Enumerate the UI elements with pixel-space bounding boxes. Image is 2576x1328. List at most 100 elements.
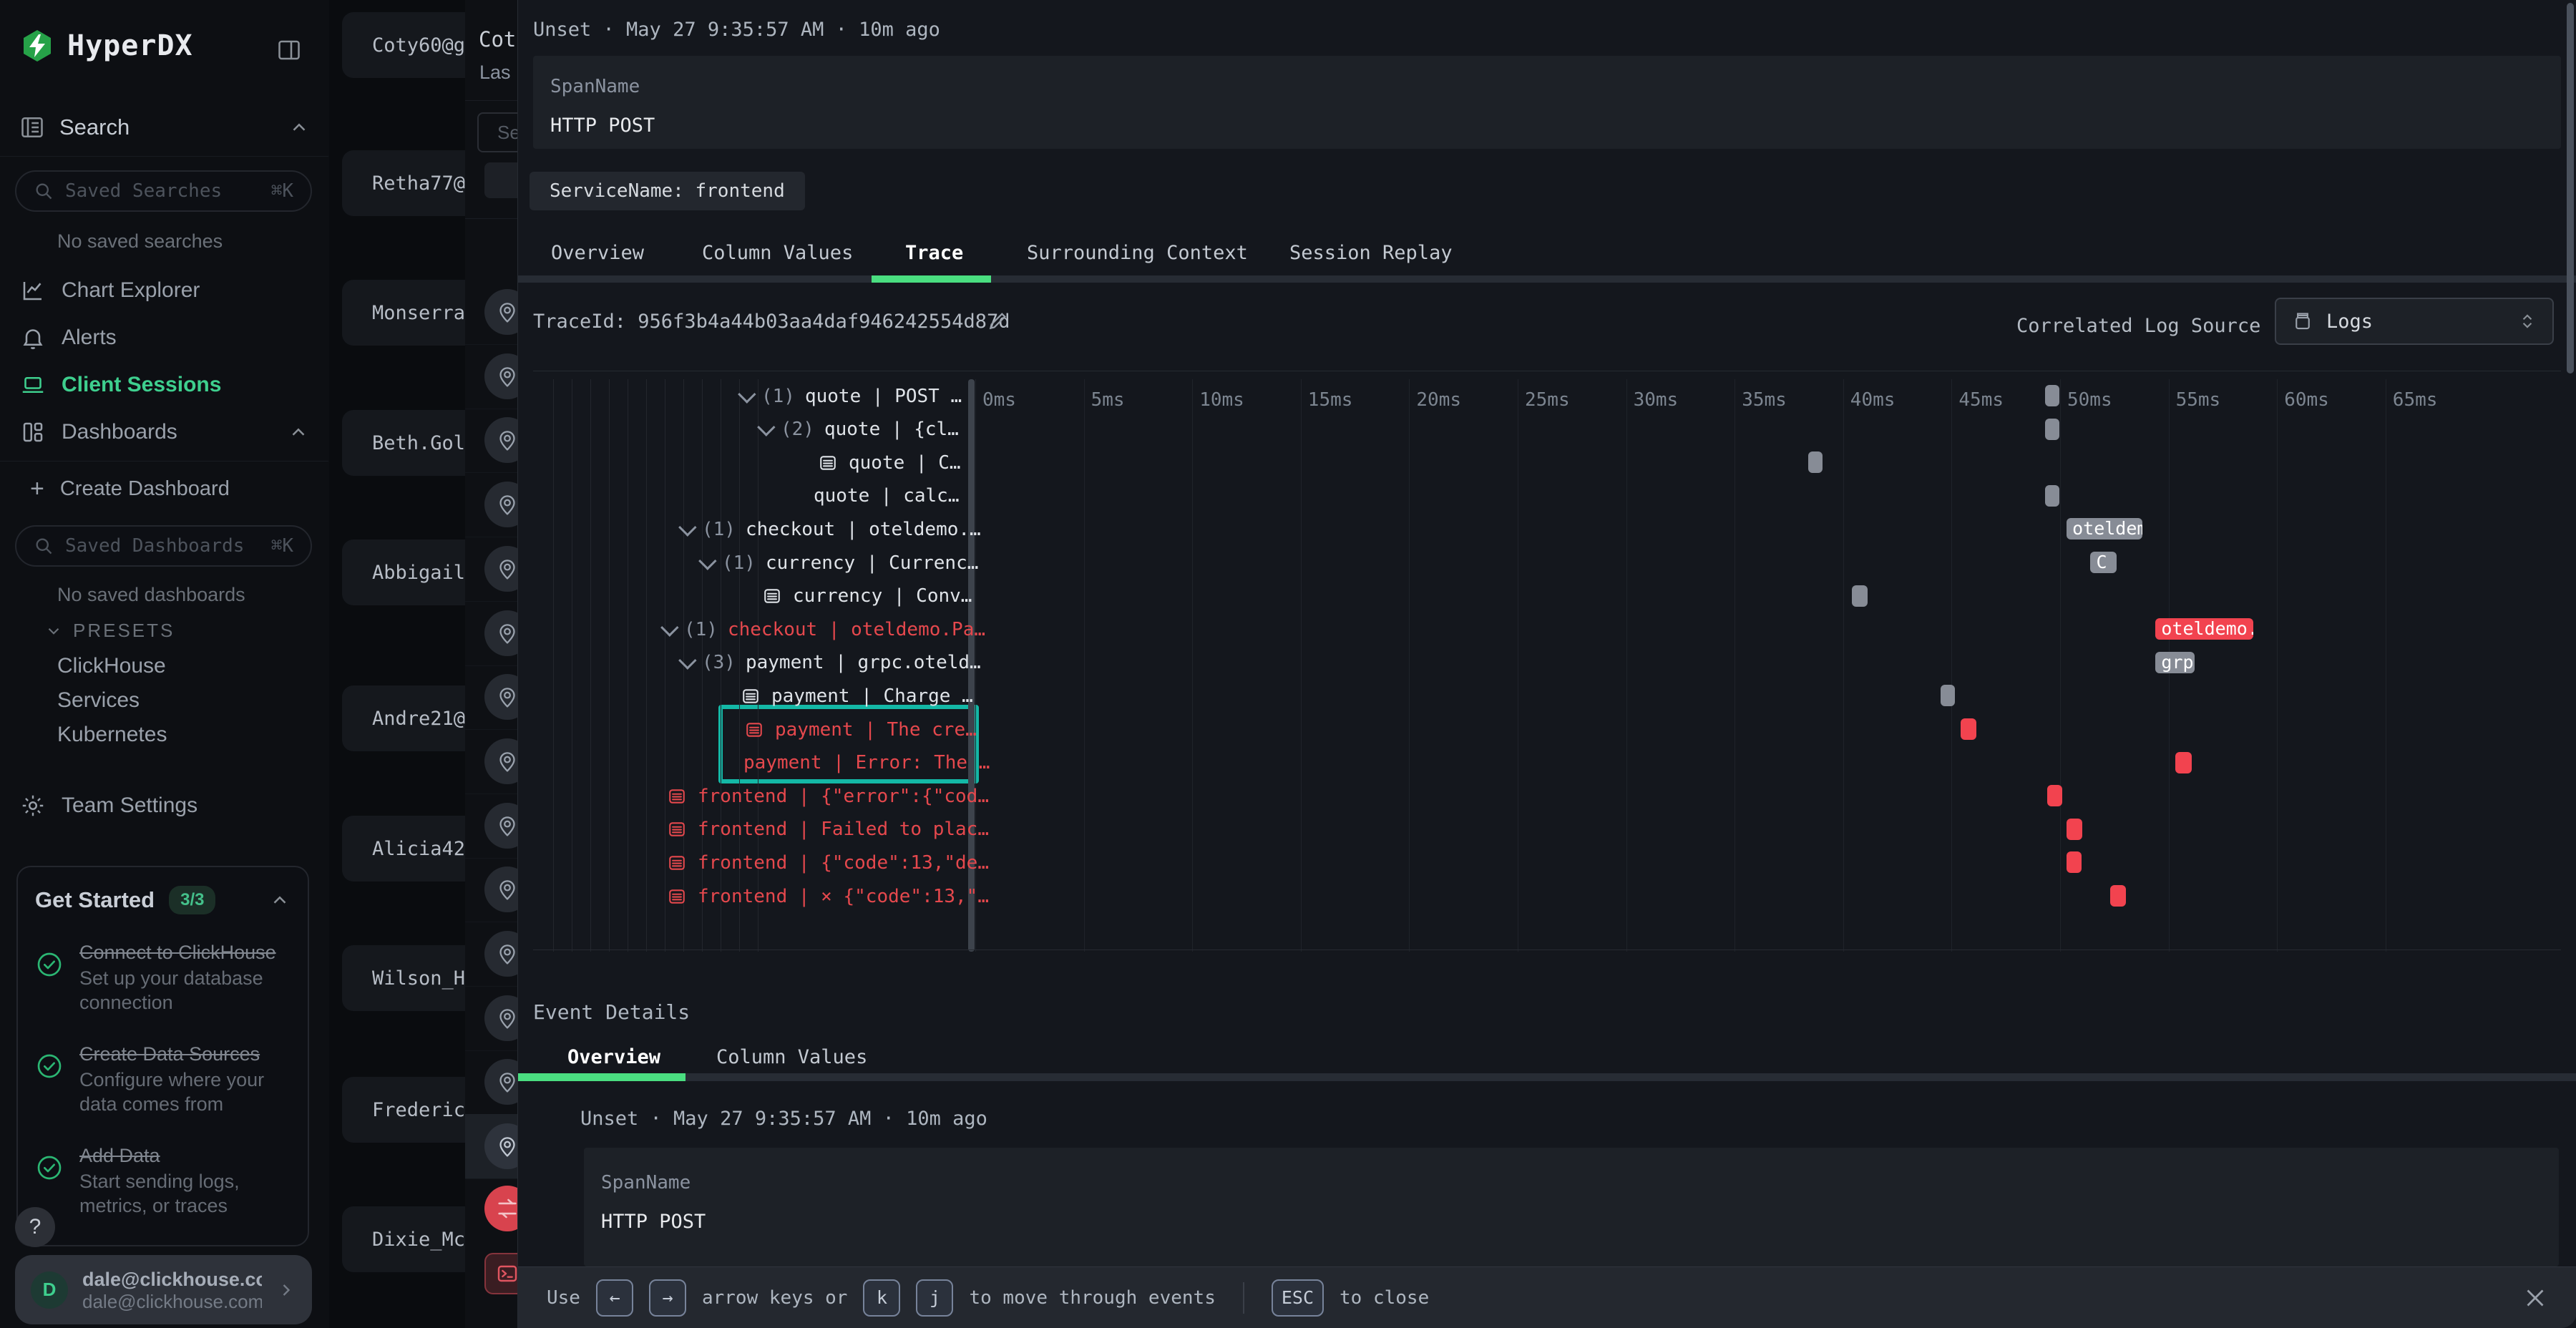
session-filter-button[interactable] bbox=[484, 162, 517, 198]
span-tree-row[interactable]: payment | Error: The … bbox=[743, 746, 990, 780]
logo[interactable]: HyperDX bbox=[20, 29, 193, 63]
session-event-pin-row[interactable] bbox=[465, 794, 517, 859]
span-tree-row[interactable]: (3)payment | grpc.oteld… bbox=[679, 646, 981, 680]
span-tree-row[interactable]: (2)quote | {cl… bbox=[758, 413, 959, 446]
span-duration-bar[interactable] bbox=[2175, 752, 2192, 773]
session-event-pin-row[interactable] bbox=[465, 1050, 517, 1115]
span-tree-row[interactable]: (1)quote | POST … bbox=[738, 379, 962, 413]
close-icon[interactable] bbox=[2522, 1285, 2548, 1311]
span-duration-bar[interactable] bbox=[2067, 819, 2082, 840]
span-tree-row[interactable]: frontend | × {"code":13,"d… bbox=[666, 879, 998, 913]
log-source-select[interactable]: Logs bbox=[2275, 298, 2554, 345]
span-duration-bar[interactable] bbox=[2067, 851, 2082, 873]
span-tree-row[interactable]: (1)checkout | oteldemo.Pa… bbox=[661, 612, 985, 646]
sidebar-item-client-sessions[interactable]: Client Sessions bbox=[20, 372, 221, 398]
span-tree-row[interactable]: quote | C… bbox=[817, 446, 961, 479]
chevron-up-icon[interactable] bbox=[288, 421, 309, 443]
sidebar-section-search[interactable]: Search bbox=[19, 114, 310, 140]
chevron-down-icon[interactable] bbox=[678, 518, 696, 536]
tab-overview[interactable]: Overview bbox=[551, 242, 644, 264]
session-card[interactable]: Beth.Gol bbox=[342, 410, 465, 476]
user-menu[interactable]: D dale@clickhouse.com dale@clickhouse.co… bbox=[15, 1255, 312, 1324]
chevron-up-icon[interactable] bbox=[288, 117, 310, 138]
preset-services[interactable]: Services bbox=[57, 688, 140, 713]
session-event-pin-row[interactable] bbox=[465, 729, 517, 794]
saved-searches-input[interactable]: Saved Searches ⌘K bbox=[15, 170, 312, 212]
sidebar-item-chart-explorer[interactable]: Chart Explorer bbox=[20, 278, 200, 303]
span-duration-bar[interactable] bbox=[1941, 685, 1955, 706]
console-error-icon[interactable] bbox=[484, 1253, 517, 1294]
session-event-pin-row[interactable] bbox=[465, 665, 517, 730]
span-tree-row[interactable]: frontend | {"code":13,"det… bbox=[666, 846, 998, 879]
chevron-down-icon[interactable] bbox=[678, 652, 696, 670]
chevron-down-icon[interactable] bbox=[660, 618, 678, 636]
session-event-pin-row[interactable] bbox=[465, 1114, 517, 1179]
service-name-chip[interactable]: ServiceName: frontend bbox=[530, 172, 805, 210]
session-event-pin-row[interactable] bbox=[465, 601, 517, 666]
session-card[interactable]: Frederic bbox=[342, 1077, 465, 1143]
collapse-sidebar-icon[interactable] bbox=[276, 37, 302, 63]
session-event-pin-row[interactable] bbox=[465, 857, 517, 922]
span-duration-bar[interactable] bbox=[2045, 485, 2059, 507]
session-card[interactable]: Retha77@ bbox=[342, 150, 465, 216]
tab-column-values[interactable]: Column Values bbox=[702, 242, 853, 264]
span-duration-bar[interactable]: grp bbox=[2155, 652, 2195, 673]
presets-toggle[interactable]: PRESETS bbox=[44, 620, 175, 642]
span-duration-bar[interactable] bbox=[2045, 419, 2059, 440]
session-card[interactable]: Coty60@g bbox=[342, 12, 465, 78]
session-event-pin-row[interactable] bbox=[465, 537, 517, 602]
span-tree-row[interactable]: currency | Conv… bbox=[761, 580, 972, 613]
chevron-down-icon[interactable] bbox=[757, 419, 775, 436]
span-duration-bar[interactable] bbox=[2047, 785, 2062, 806]
tab-session-replay[interactable]: Session Replay bbox=[1289, 242, 1453, 264]
drawer-scrollbar[interactable] bbox=[2567, 3, 2574, 374]
span-tree-row[interactable]: frontend | {"error":{"code… bbox=[666, 779, 998, 813]
span-tree-row[interactable]: quote | calc… bbox=[814, 479, 960, 513]
session-event-pin-row[interactable] bbox=[465, 986, 517, 1051]
help-button[interactable]: ? bbox=[15, 1207, 55, 1247]
saved-dashboards-input[interactable]: Saved Dashboards ⌘K bbox=[15, 525, 312, 567]
chevron-down-icon[interactable] bbox=[738, 385, 756, 403]
span-duration-bar[interactable] bbox=[2110, 885, 2126, 907]
span-duration-bar[interactable] bbox=[1808, 451, 1823, 473]
create-dashboard-button[interactable]: + Create Dashboard bbox=[30, 475, 230, 503]
chevron-up-icon[interactable] bbox=[269, 889, 291, 911]
network-error-icon[interactable] bbox=[484, 1186, 517, 1231]
span-duration-bar[interactable] bbox=[2045, 385, 2059, 406]
tab-surrounding-context[interactable]: Surrounding Context bbox=[1027, 242, 1248, 264]
sidebar-item-team-settings[interactable]: Team Settings bbox=[20, 793, 197, 819]
session-card[interactable]: Wilson_H bbox=[342, 945, 465, 1011]
session-card[interactable]: Andre21@ bbox=[342, 685, 465, 751]
get-started-item[interactable]: Connect to ClickHouse Set up your databa… bbox=[35, 939, 291, 1015]
session-event-pin-row[interactable] bbox=[465, 280, 517, 345]
session-event-pin-row[interactable] bbox=[465, 922, 517, 987]
sidebar-item-dashboards[interactable]: Dashboards bbox=[20, 419, 309, 445]
session-event-pin-row[interactable] bbox=[465, 344, 517, 409]
session-card[interactable]: Abbigail bbox=[342, 540, 465, 605]
session-search-input[interactable]: Sea bbox=[477, 112, 517, 152]
event-details-tab-overview[interactable]: Overview bbox=[567, 1046, 660, 1068]
preset-kubernetes[interactable]: Kubernetes bbox=[57, 723, 167, 747]
span-tree-row[interactable]: (1)checkout | oteldemo.… bbox=[679, 512, 981, 546]
get-started-item[interactable]: Create Data Sources Configure where your… bbox=[35, 1040, 291, 1116]
span-tree-row[interactable]: payment | Charge … bbox=[740, 679, 973, 713]
span-duration-bar[interactable]: oteldemo. bbox=[2067, 518, 2142, 540]
edit-icon[interactable] bbox=[987, 309, 1010, 332]
span-duration-bar[interactable] bbox=[1961, 718, 1976, 740]
session-event-pin-row[interactable] bbox=[465, 472, 517, 537]
session-event-pin-row[interactable] bbox=[465, 408, 517, 473]
session-card[interactable]: Alicia42 bbox=[342, 816, 465, 882]
chevron-down-icon[interactable] bbox=[698, 552, 716, 570]
span-duration-bar[interactable]: C bbox=[2090, 552, 2116, 573]
span-tree-row[interactable]: payment | The cre… bbox=[743, 713, 977, 746]
session-card[interactable]: Monserra bbox=[342, 280, 465, 346]
event-details-tab-column-values[interactable]: Column Values bbox=[716, 1046, 867, 1068]
span-duration-bar[interactable] bbox=[1852, 585, 1868, 607]
get-started-item[interactable]: Add Data Start sending logs, metrics, or… bbox=[35, 1142, 291, 1218]
session-card[interactable]: Dixie_Mc bbox=[342, 1206, 465, 1272]
span-tree-row[interactable]: (1)currency | Currenc… bbox=[699, 546, 978, 580]
sidebar-item-alerts[interactable]: Alerts bbox=[20, 325, 117, 351]
tab-trace[interactable]: Trace bbox=[905, 242, 963, 264]
preset-clickhouse[interactable]: ClickHouse bbox=[57, 654, 166, 678]
span-duration-bar[interactable]: oteldemo. bbox=[2155, 618, 2253, 640]
